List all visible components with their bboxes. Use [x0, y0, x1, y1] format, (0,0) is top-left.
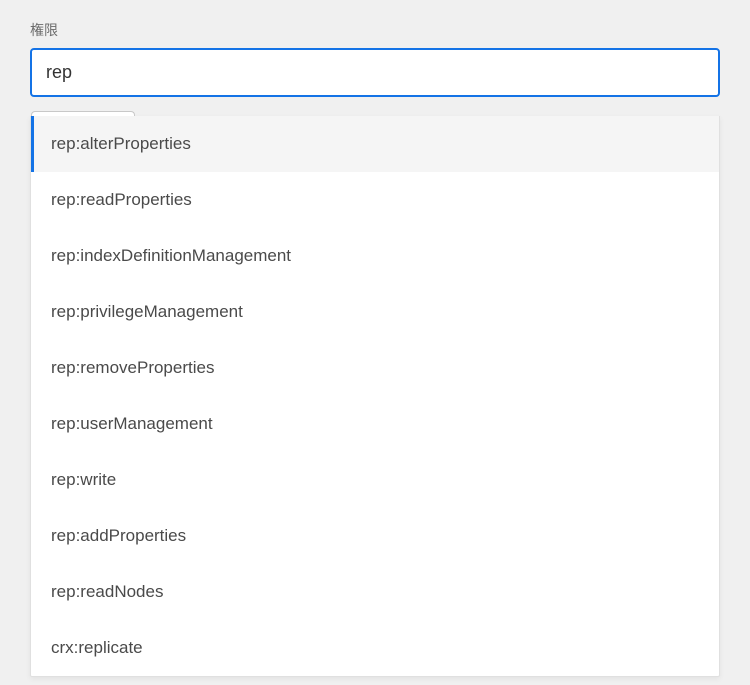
dropdown-item-label: rep:userManagement — [51, 414, 213, 433]
dropdown-item[interactable]: rep:addProperties — [31, 508, 719, 564]
dropdown-item-label: rep:removeProperties — [51, 358, 214, 377]
privileges-field-label: 権限 — [30, 20, 720, 40]
dropdown-item[interactable]: crx:replicate — [31, 620, 719, 676]
dropdown-item[interactable]: rep:alterProperties — [31, 116, 719, 172]
dropdown-item-label: rep:privilegeManagement — [51, 302, 243, 321]
privileges-search-input[interactable] — [30, 48, 720, 97]
dropdown-item[interactable]: rep:readProperties — [31, 172, 719, 228]
dropdown-item-label: crx:replicate — [51, 638, 143, 657]
dropdown-item[interactable]: rep:removeProperties — [31, 340, 719, 396]
dropdown-item-label: rep:indexDefinitionManagement — [51, 246, 291, 265]
dropdown-item-label: rep:addProperties — [51, 526, 186, 545]
dropdown-item[interactable]: rep:privilegeManagement — [31, 284, 719, 340]
dropdown-item[interactable]: rep:readNodes — [31, 564, 719, 620]
dropdown-item[interactable]: rep:write — [31, 452, 719, 508]
dropdown-item[interactable]: rep:userManagement — [31, 396, 719, 452]
dropdown-item-label: rep:readNodes — [51, 582, 163, 601]
privileges-dropdown: rep:alterProperties rep:readProperties rep… — [30, 116, 720, 677]
dropdown-item-label: rep:readProperties — [51, 190, 192, 209]
dropdown-item-label: rep:alterProperties — [51, 134, 191, 153]
dropdown-item-label: rep:write — [51, 470, 116, 489]
dropdown-item[interactable]: rep:indexDefinitionManagement — [31, 228, 719, 284]
